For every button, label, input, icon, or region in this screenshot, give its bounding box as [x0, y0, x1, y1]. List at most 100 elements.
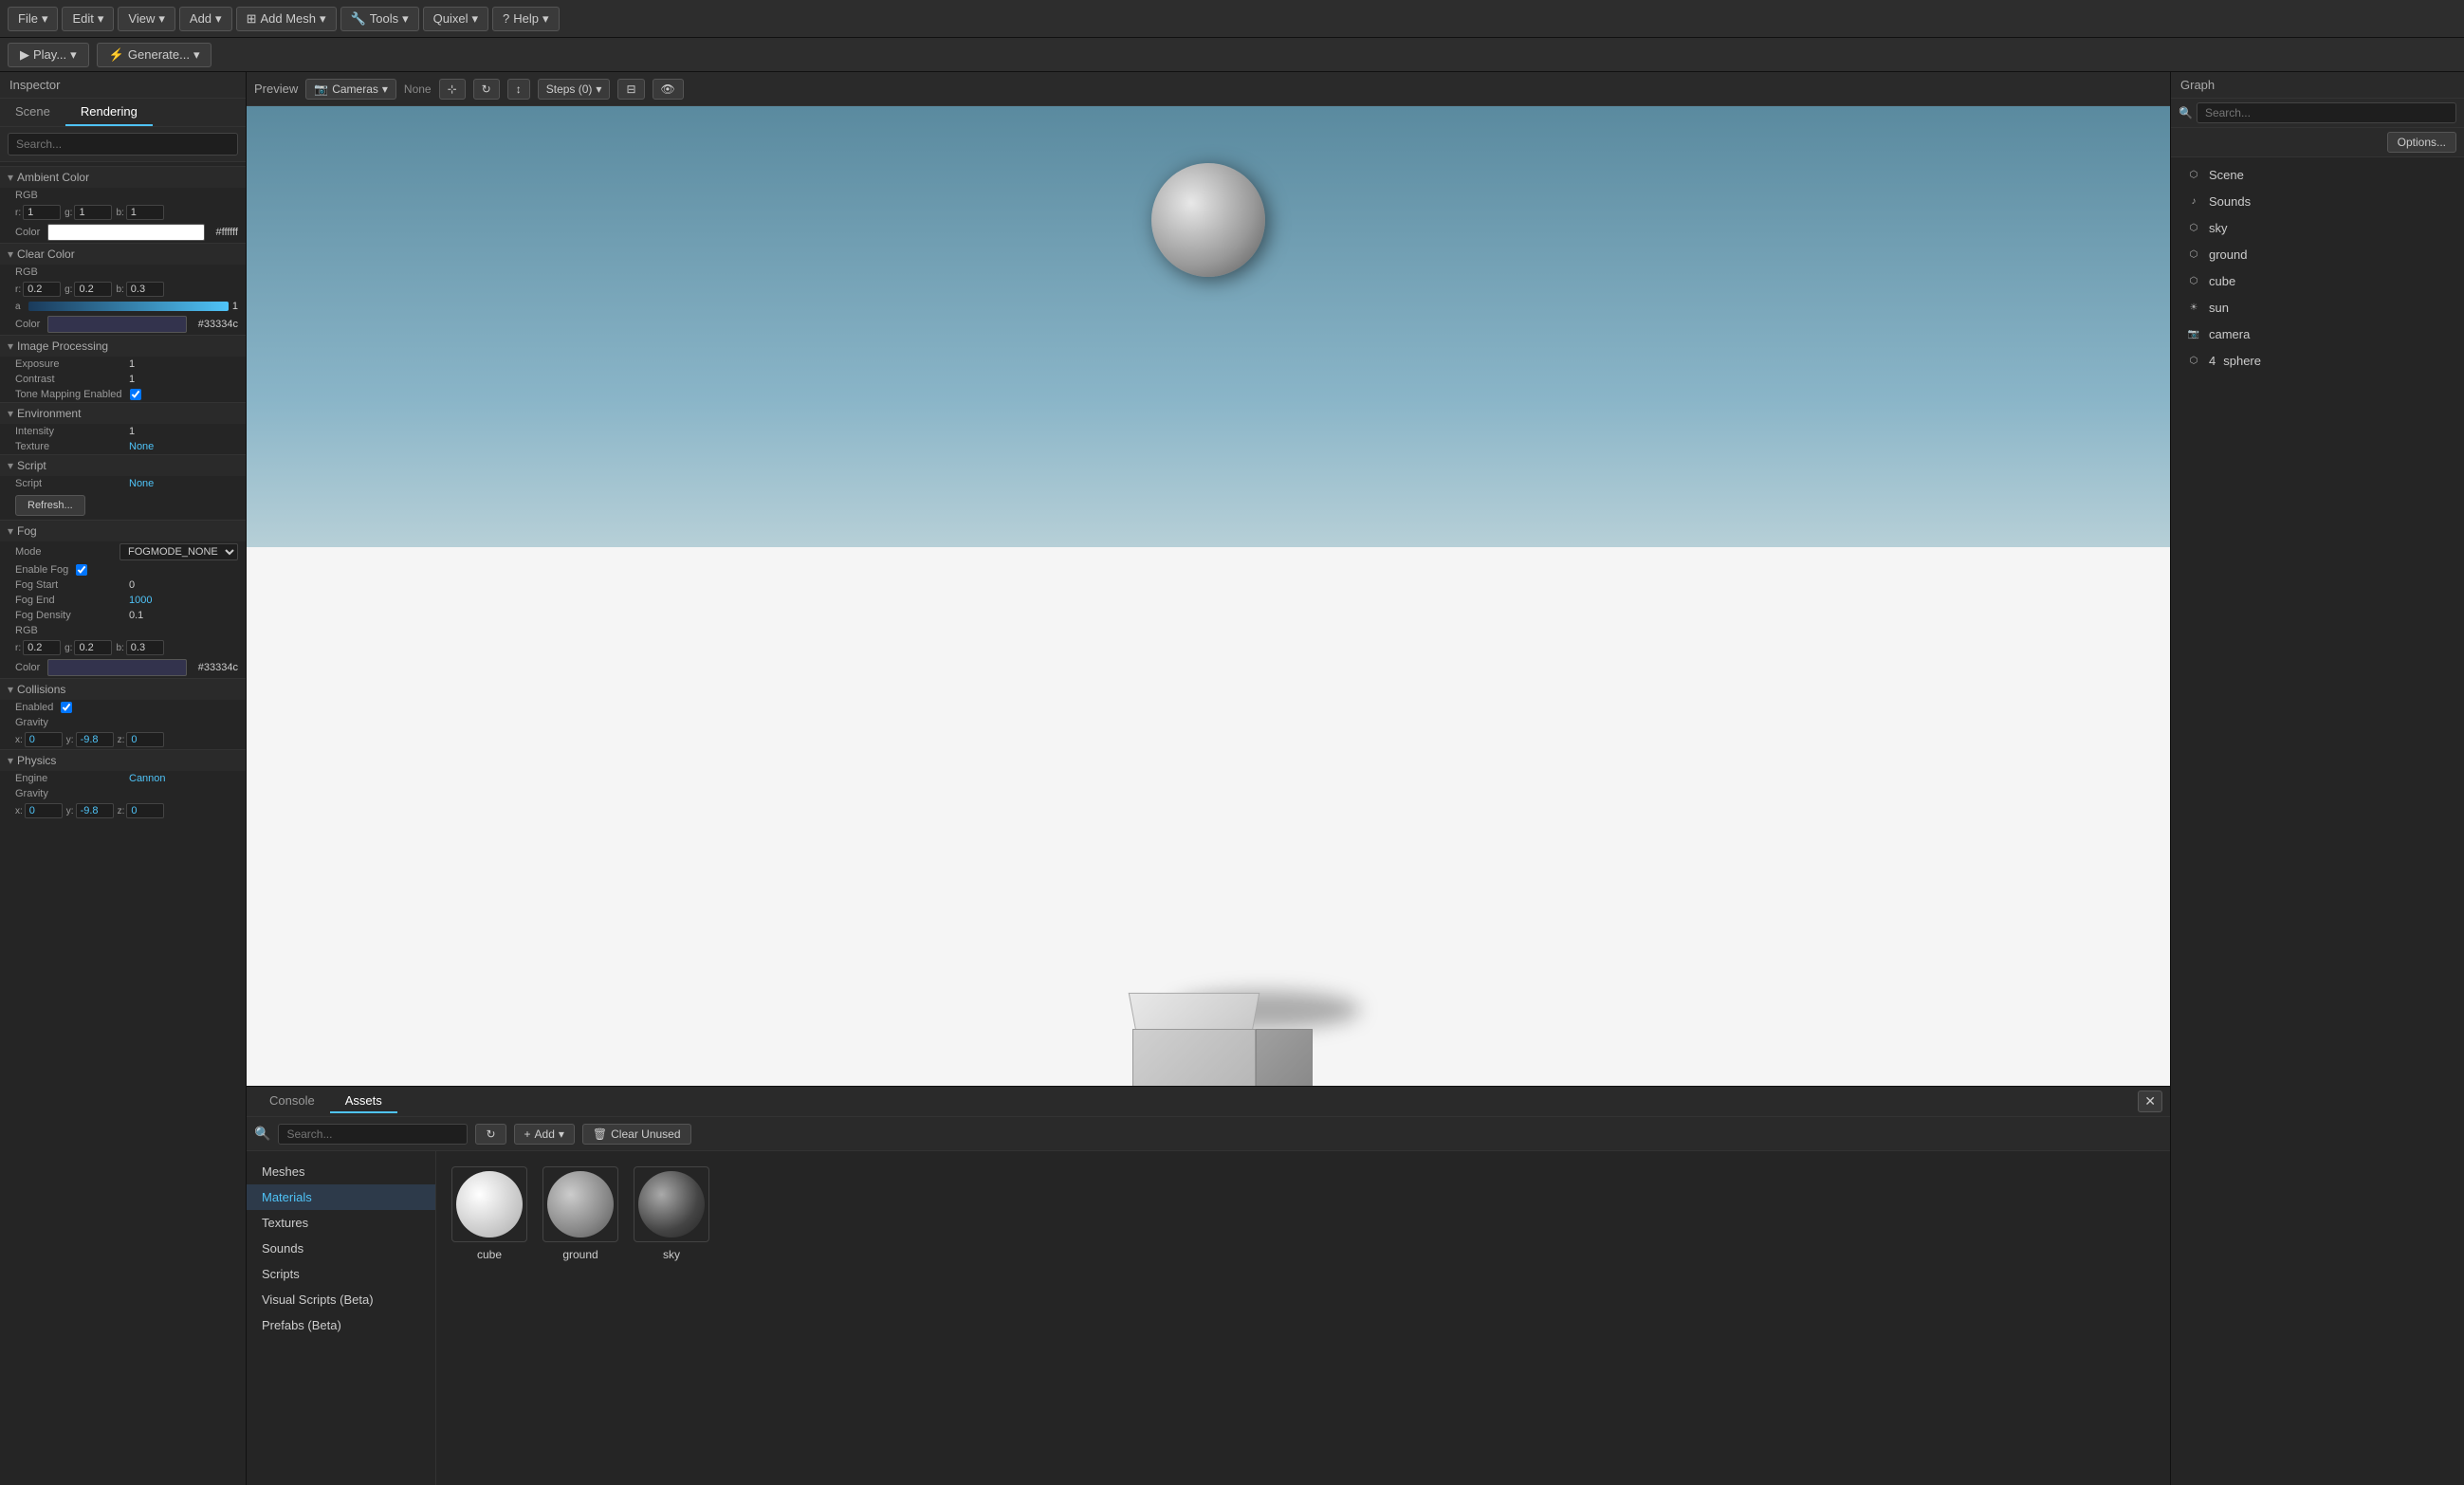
clear-b-input[interactable]: [126, 282, 164, 297]
graph-item-sounds-label: Sounds: [2209, 194, 2251, 209]
graph-item-camera[interactable]: 📷 camera: [2171, 321, 2464, 347]
scene-icon: ⬡: [2186, 167, 2201, 182]
graph-item-sphere[interactable]: ⬡ 4 sphere: [2171, 347, 2464, 374]
graph-item-scene[interactable]: ⬡ Scene: [2171, 161, 2464, 188]
rotate-button[interactable]: ↻: [473, 79, 500, 100]
assets-search-input[interactable]: [278, 1124, 468, 1145]
clear-alpha-bar[interactable]: [28, 302, 229, 311]
fog-start-row: Fog Start 0: [0, 578, 246, 593]
tab-scene[interactable]: Scene: [0, 99, 65, 126]
section-image-processing[interactable]: Image Processing: [0, 335, 246, 357]
contrast-row: Contrast 1: [0, 372, 246, 387]
view-menu[interactable]: View ▾: [118, 7, 175, 31]
preview-none-label: None: [404, 82, 432, 96]
section-ambient-color[interactable]: Ambient Color: [0, 166, 246, 188]
clear-r-input[interactable]: [23, 282, 61, 297]
add-assets-button[interactable]: + Add ▾: [514, 1124, 575, 1145]
graph-item-sun[interactable]: ☀ sun: [2171, 294, 2464, 321]
asset-ground[interactable]: ground: [542, 1166, 618, 1261]
cameras-chevron-icon: ▾: [382, 82, 388, 96]
translate-button[interactable]: ⊹: [439, 79, 466, 100]
physics-y-input[interactable]: [76, 803, 114, 818]
refresh-assets-button[interactable]: ↻: [475, 1124, 506, 1145]
cube-top-face: [1129, 993, 1260, 1034]
refresh-button[interactable]: Refresh...: [15, 495, 85, 516]
cameras-button[interactable]: 📷 Cameras ▾: [305, 79, 396, 100]
clear-unused-button[interactable]: 🗑 Clear Unused: [582, 1124, 691, 1145]
graph-item-sounds[interactable]: ♪ Sounds: [2171, 188, 2464, 214]
clear-g-field: g:: [64, 282, 112, 297]
fog-r-input[interactable]: [23, 640, 61, 655]
collisions-enabled-checkbox[interactable]: [61, 702, 72, 713]
camera-icon: 📷: [314, 82, 328, 96]
inspector-search-input[interactable]: [8, 133, 238, 156]
add-mesh-chevron-icon: ▾: [320, 11, 326, 27]
fog-color-swatch[interactable]: [47, 659, 186, 676]
graph-item-camera-label: camera: [2209, 327, 2250, 341]
tools-menu[interactable]: 🔧 Tools ▾: [340, 7, 419, 31]
ambient-b-field: b:: [116, 205, 163, 220]
category-prefabs[interactable]: Prefabs (Beta): [247, 1312, 435, 1338]
category-scripts[interactable]: Scripts: [247, 1261, 435, 1287]
section-collisions[interactable]: Collisions: [0, 678, 246, 700]
physics-z-input[interactable]: [126, 803, 164, 818]
graph-item-ground[interactable]: ⬡ ground: [2171, 241, 2464, 267]
clear-color-swatch[interactable]: [47, 316, 186, 333]
quixel-menu[interactable]: Quixel ▾: [423, 7, 488, 31]
inspector-search-area: [0, 127, 246, 162]
section-environment[interactable]: Environment: [0, 402, 246, 424]
physics-x-input[interactable]: [25, 803, 63, 818]
asset-cube[interactable]: cube: [451, 1166, 527, 1261]
fog-mode-select[interactable]: FOGMODE_NONE: [120, 543, 238, 560]
category-materials[interactable]: Materials: [247, 1184, 435, 1210]
file-chevron-icon: ▾: [42, 11, 48, 27]
ambient-g-input[interactable]: [74, 205, 112, 220]
eye-button[interactable]: 👁: [653, 79, 684, 100]
section-fog[interactable]: Fog: [0, 520, 246, 541]
tone-mapping-checkbox[interactable]: [130, 389, 141, 400]
section-physics[interactable]: Physics: [0, 749, 246, 771]
section-script[interactable]: Script: [0, 454, 246, 476]
collisions-gravity-label: Gravity: [0, 715, 246, 730]
graph-options-button[interactable]: Options...: [2387, 132, 2456, 153]
graph-item-cube[interactable]: ⬡ cube: [2171, 267, 2464, 294]
graph-item-sky[interactable]: ⬡ sky: [2171, 214, 2464, 241]
asset-sky-thumb: [634, 1166, 709, 1242]
scale-button[interactable]: ↕: [507, 79, 530, 100]
section-clear-color[interactable]: Clear Color: [0, 243, 246, 265]
category-sounds[interactable]: Sounds: [247, 1236, 435, 1261]
ambient-color-swatch[interactable]: [47, 224, 204, 241]
help-menu[interactable]: ? Help ▾: [492, 7, 560, 31]
fog-b-input[interactable]: [126, 640, 164, 655]
tools-chevron-icon: ▾: [402, 11, 409, 27]
clear-g-input[interactable]: [74, 282, 112, 297]
collisions-y-input[interactable]: [76, 732, 114, 747]
tab-rendering[interactable]: Rendering: [65, 99, 153, 126]
steps-button[interactable]: Steps (0) ▾: [538, 79, 611, 100]
add-mesh-menu[interactable]: ⊞ Add Mesh ▾: [236, 7, 337, 31]
ambient-r-input[interactable]: [23, 205, 61, 220]
add-menu[interactable]: Add ▾: [179, 7, 232, 31]
graph-search-input[interactable]: [2197, 102, 2456, 123]
preview-scene[interactable]: [247, 106, 2170, 1086]
enable-fog-checkbox[interactable]: [76, 564, 87, 576]
asset-sky-label: sky: [663, 1248, 680, 1261]
edit-menu[interactable]: Edit ▾: [62, 7, 114, 31]
category-visual-scripts[interactable]: Visual Scripts (Beta): [247, 1287, 435, 1312]
tab-console[interactable]: Console: [254, 1090, 330, 1113]
cube-front-face: [1132, 1029, 1256, 1086]
collisions-z-input[interactable]: [126, 732, 164, 747]
file-menu[interactable]: File ▾: [8, 7, 58, 31]
grid-button[interactable]: ⊟: [617, 79, 644, 100]
collisions-x-input[interactable]: [25, 732, 63, 747]
tab-assets[interactable]: Assets: [330, 1090, 397, 1113]
ambient-b-input[interactable]: [126, 205, 164, 220]
fog-g-input[interactable]: [74, 640, 112, 655]
play-button[interactable]: ▶ Play... ▾: [8, 43, 89, 67]
category-textures[interactable]: Textures: [247, 1210, 435, 1236]
asset-sky[interactable]: sky: [634, 1166, 709, 1261]
edit-chevron-icon: ▾: [98, 11, 104, 27]
generate-button[interactable]: ⚡ Generate... ▾: [97, 43, 212, 67]
category-meshes[interactable]: Meshes: [247, 1159, 435, 1184]
bottom-close-button[interactable]: ✕: [2138, 1091, 2162, 1112]
